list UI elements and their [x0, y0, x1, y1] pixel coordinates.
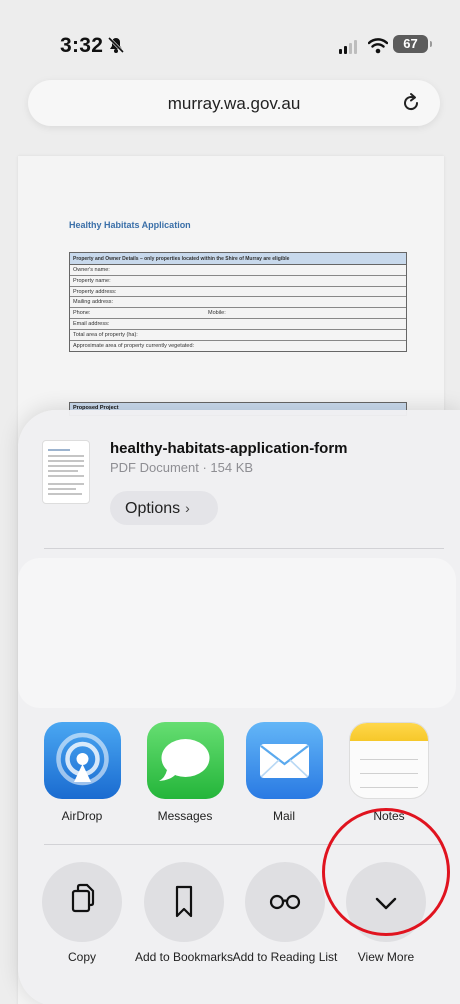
pdf-row: Phone: Mobile: — [70, 308, 406, 319]
pdf-row-label: Approximate area of property currently v… — [73, 342, 195, 349]
suggested-contacts-area — [18, 558, 456, 708]
notes-icon[interactable] — [349, 722, 429, 799]
wifi-icon — [368, 38, 388, 54]
file-name: healthy-habitats-application-form — [110, 440, 348, 457]
add-to-reading-list-button[interactable] — [245, 862, 325, 942]
pdf-row-label: Email address: — [73, 320, 110, 327]
view-more-label: View More — [357, 950, 415, 964]
file-metadata: PDF Document · 154 KB — [110, 460, 254, 475]
notes-line — [360, 773, 418, 774]
pdf-owner-details-table: Property and Owner Details – only proper… — [69, 252, 407, 353]
messages-label: Messages — [157, 809, 213, 823]
document-thumbnail — [42, 440, 90, 504]
add-to-reading-list-label: Add to Reading List — [232, 950, 338, 964]
chevron-right-icon: › — [185, 500, 190, 516]
notes-line — [360, 787, 418, 788]
pdf-row: Property address: — [70, 287, 406, 298]
status-time: 3:32 — [60, 34, 104, 57]
copy-icon — [71, 883, 95, 913]
status-bar: 3:32 67 — [0, 0, 460, 80]
glasses-icon — [269, 894, 301, 910]
mail-icon[interactable] — [246, 722, 323, 799]
url-text[interactable]: murray.wa.gov.au — [28, 94, 440, 114]
cellular-signal-icon — [339, 40, 357, 54]
pdf-row-label: Owner's name: — [73, 267, 110, 273]
divider — [44, 548, 444, 549]
options-label: Options — [125, 500, 181, 517]
copy-label: Copy — [67, 950, 96, 964]
mail-label: Mail — [272, 809, 295, 823]
highlight-annotation-circle — [322, 808, 450, 936]
notes-line — [360, 759, 418, 760]
pdf-row: Email address: — [70, 319, 406, 330]
add-to-bookmarks-button[interactable] — [144, 862, 224, 942]
add-to-bookmarks-label: Add to Bookmarks — [134, 950, 234, 964]
pdf-row-label: Phone: — [73, 310, 91, 317]
pdf-row: Approximate area of property currently v… — [70, 341, 406, 352]
pdf-row-label: Mailing address: — [73, 299, 114, 306]
address-bar[interactable]: murray.wa.gov.au — [28, 80, 440, 126]
airdrop-label: AirDrop — [61, 809, 103, 823]
pdf-row: Total area of property (ha): — [70, 330, 406, 341]
battery-indicator: 67 — [393, 35, 432, 53]
pdf-row-label: Property name: — [73, 277, 111, 284]
copy-button[interactable] — [42, 862, 122, 942]
bell-slash-icon — [107, 36, 125, 54]
options-button[interactable]: Options › — [110, 491, 218, 525]
pdf-section-header: Property and Owner Details – only proper… — [70, 253, 406, 265]
bookmark-icon — [175, 885, 193, 918]
pdf-row-label: Total area of property (ha): — [73, 331, 138, 338]
pdf-row: Property name: — [70, 276, 406, 287]
messages-icon[interactable] — [147, 722, 224, 799]
reload-icon[interactable] — [400, 92, 422, 114]
pdf-row: Mailing address: — [70, 297, 406, 309]
pdf-mobile-label: Mobile: — [208, 310, 226, 317]
pdf-row: Owner's name: — [70, 265, 406, 276]
pdf-title: Healthy Habitats Application — [69, 220, 191, 230]
notes-header-strip — [350, 723, 428, 741]
pdf-row-label: Property address: — [73, 288, 117, 295]
airdrop-icon[interactable] — [44, 722, 121, 799]
